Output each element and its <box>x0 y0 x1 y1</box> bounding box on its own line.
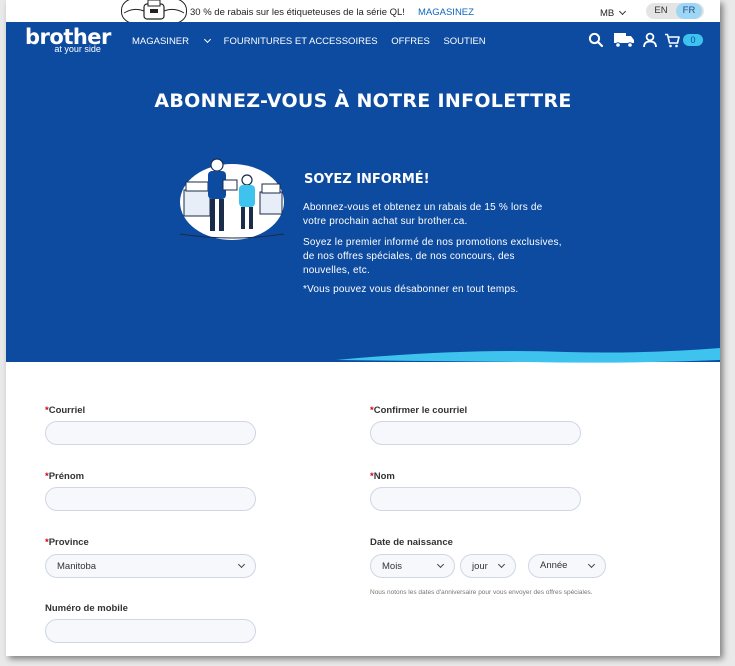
confirm-email-label-text: Confirmer le courriel <box>373 405 468 416</box>
last-name-label-text: Nom <box>373 471 395 482</box>
email-label-text: Courriel <box>48 405 86 416</box>
birth-day-select[interactable]: jour <box>460 554 516 578</box>
brother-logo[interactable]: brother at your side <box>25 27 111 55</box>
last-name-field[interactable] <box>370 487 581 511</box>
info-title: SOYEZ INFORMÉ! <box>304 172 430 187</box>
birth-year-value: Année <box>540 560 568 571</box>
province-select[interactable]: Manitoba <box>45 554 256 578</box>
lang-fr-button[interactable]: FR <box>676 3 702 19</box>
confirm-email-label: *Confirmer le courriel <box>370 405 467 416</box>
promo-bar: 30 % de rabais sur les étiqueteuses de l… <box>6 0 720 24</box>
province-label: *Province <box>45 537 89 548</box>
page: 30 % de rabais sur les étiqueteuses de l… <box>6 0 720 656</box>
page-title: ABONNEZ-VOUS À NOTRE INFOLETTRE <box>154 90 572 112</box>
cart-count-badge[interactable]: 0 <box>683 34 703 46</box>
nav-supplies[interactable]: FOURNITURES ET ACCESSOIRES <box>224 36 378 47</box>
chevron-down-icon <box>497 560 506 569</box>
email-field[interactable] <box>45 421 256 445</box>
promo-shop-link[interactable]: MAGASINEZ <box>418 7 474 18</box>
chevron-down-icon <box>619 7 627 16</box>
first-name-label-text: Prénom <box>48 471 85 482</box>
birth-month-value: Mois <box>382 561 403 572</box>
mobile-label: Numéro de mobile <box>45 603 128 614</box>
birthdate-label: Date de naissance <box>370 537 453 548</box>
last-name-label: *Nom <box>370 471 395 482</box>
province-select-value: Manitoba <box>57 561 97 572</box>
chevron-down-icon <box>587 560 596 569</box>
nav-shop-label: MAGASINER <box>132 36 190 47</box>
mobile-field[interactable] <box>45 619 256 643</box>
user-account-icon[interactable] <box>643 32 657 48</box>
province-label-text: Province <box>48 537 89 548</box>
first-name-label: *Prénom <box>45 471 84 482</box>
province-selector[interactable]: MB <box>600 7 627 19</box>
search-icon[interactable] <box>588 32 604 48</box>
birth-month-select[interactable]: Mois <box>370 554 455 578</box>
newsletter-hero: ABONNEZ-VOUS À NOTRE INFOLETTRE SOYEZ IN… <box>6 62 720 362</box>
promo-message: 30 % de rabais sur les étiqueteuses de l… <box>190 7 405 18</box>
email-label: *Courriel <box>45 405 85 416</box>
promo-label-printer-icon <box>121 0 187 24</box>
province-code: MB <box>600 8 615 19</box>
info-paragraph-unsubscribe: *Vous pouvez vous désabonner en tout tem… <box>303 284 519 295</box>
chevron-down-icon <box>203 35 212 44</box>
cart-icon[interactable] <box>664 33 680 48</box>
info-paragraph-promotions: Soyez le premier informé de nos promotio… <box>303 237 562 276</box>
language-toggle[interactable]: EN FR <box>646 3 704 19</box>
chevron-down-icon <box>436 560 445 569</box>
people-with-printers-illustration <box>179 158 285 240</box>
nav-support[interactable]: SOUTIEN <box>443 36 485 47</box>
chevron-down-icon <box>237 560 246 569</box>
first-name-field[interactable] <box>45 487 256 511</box>
birthdate-note: Nous notons les dates d'anniversaire pou… <box>370 589 593 596</box>
confirm-email-field[interactable] <box>370 421 581 445</box>
main-nav: MAGASINER FOURNITURES ET ACCESSOIRES OFF… <box>132 35 497 47</box>
birth-year-select[interactable]: Année <box>528 554 606 578</box>
lang-en-button[interactable]: EN <box>648 3 674 19</box>
nav-offers[interactable]: OFFRES <box>391 36 430 47</box>
hero-wave-divider <box>6 330 720 363</box>
site-header: brother at your side MAGASINER FOURNITUR… <box>6 22 720 62</box>
delivery-truck-icon[interactable] <box>613 31 635 49</box>
nav-shop[interactable]: MAGASINER <box>132 35 212 47</box>
info-paragraph-discount: Abonnez-vous et obtenez un rabais de 15 … <box>303 202 543 227</box>
birth-day-value: jour <box>472 561 488 572</box>
